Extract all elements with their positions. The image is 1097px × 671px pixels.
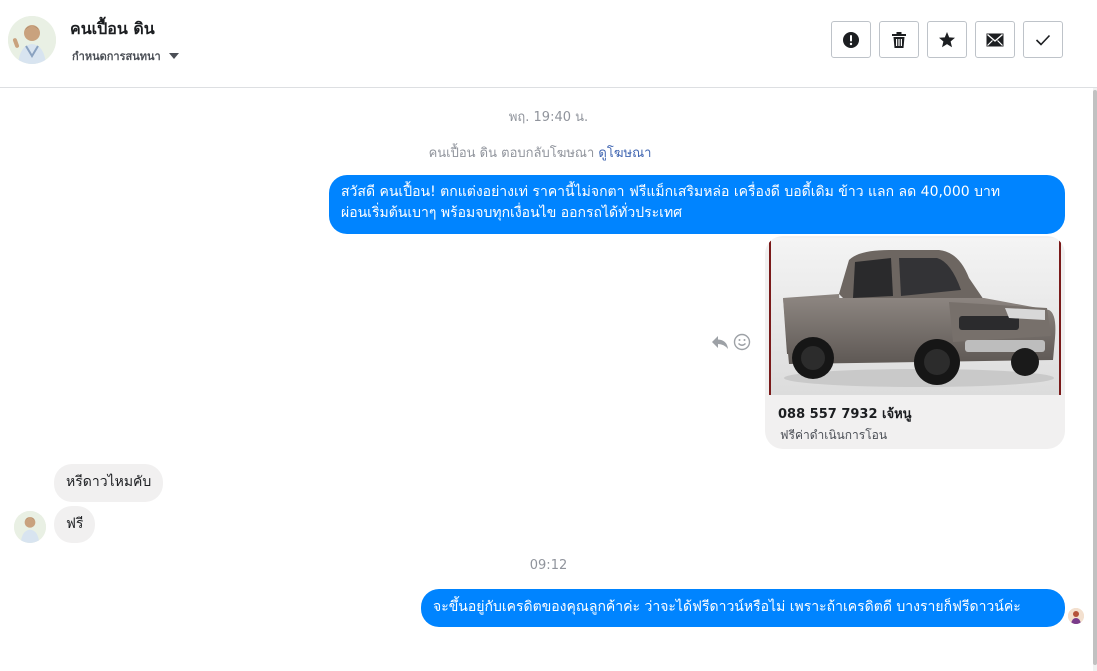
- outgoing-message-bubble[interactable]: สวัสดี คนเปื้อน! ตกแต่งอย่างเท่ ราคานี้ไ…: [329, 175, 1065, 234]
- contact-name[interactable]: คนเปื้อน ดิน: [70, 17, 155, 42]
- message-timestamp: พฤ. 19:40 น.: [508, 110, 589, 125]
- mark-spam-button[interactable]: [831, 21, 871, 58]
- message-line: สวัสดี คนเปื้อน! ตกแต่งอย่างเท่ ราคานี้ไ…: [341, 184, 1001, 200]
- truck-photo: [769, 238, 1061, 395]
- mark-unread-button[interactable]: [975, 21, 1015, 58]
- read-receipt-avatar: [1068, 608, 1084, 624]
- star-button[interactable]: [927, 21, 967, 58]
- conversation-actions-dropdown[interactable]: กำหนดการสนทนา: [72, 47, 179, 65]
- message-line: ผ่อนเริ่มต้นเบาๆ พร้อมจบทุกเงื่อนไข ออกร…: [341, 205, 683, 221]
- ad-reply-note: คนเปื้อน ดิน ตอบกลับโฆษณา ดูโฆษณา: [0, 142, 1080, 163]
- card-subtitle: ฟรีค่าดำเนินการโอน: [780, 428, 888, 442]
- view-ad-link[interactable]: ดูโฆษณา: [598, 146, 651, 161]
- react-smiley-icon[interactable]: [733, 333, 751, 351]
- delete-button[interactable]: [879, 21, 919, 58]
- conversation-actions-label: กำหนดการสนทนา: [72, 50, 161, 63]
- star-icon: [939, 31, 955, 47]
- envelope-icon: [986, 33, 1004, 46]
- scrollbar-thumb[interactable]: [1093, 90, 1097, 665]
- message-timestamp: 09:12: [529, 558, 568, 573]
- outgoing-message-bubble[interactable]: จะขึ้นอยู่กับเครดิตของคุณลูกค้าค่ะ ว่าจะ…: [421, 589, 1065, 627]
- ad-attachment-card[interactable]: 088 557 7932 เจ้หนู ฟรีค่าดำเนินการโอน: [765, 236, 1065, 449]
- trash-icon: [892, 31, 906, 48]
- conversation-header: คนเปื้อน ดิน กำหนดการสนทนา: [0, 0, 1097, 88]
- reply-icon[interactable]: [711, 334, 729, 350]
- check-icon: [1035, 34, 1051, 46]
- message-actions: [711, 333, 751, 351]
- mark-done-button[interactable]: [1023, 21, 1063, 58]
- exclamation-icon: [843, 31, 859, 48]
- conversation-toolbar: [831, 21, 1063, 58]
- contact-avatar[interactable]: [8, 16, 56, 64]
- incoming-message-bubble[interactable]: ฟรี: [54, 506, 96, 543]
- incoming-message-bubble[interactable]: หรีดาวไหมคับ: [54, 464, 164, 502]
- caret-down-icon: [168, 53, 179, 59]
- card-title: 088 557 7932 เจ้หนู: [778, 407, 912, 422]
- contact-avatar-small[interactable]: [14, 511, 46, 543]
- ad-reply-text: คนเปื้อน ดิน ตอบกลับโฆษณา: [428, 146, 595, 161]
